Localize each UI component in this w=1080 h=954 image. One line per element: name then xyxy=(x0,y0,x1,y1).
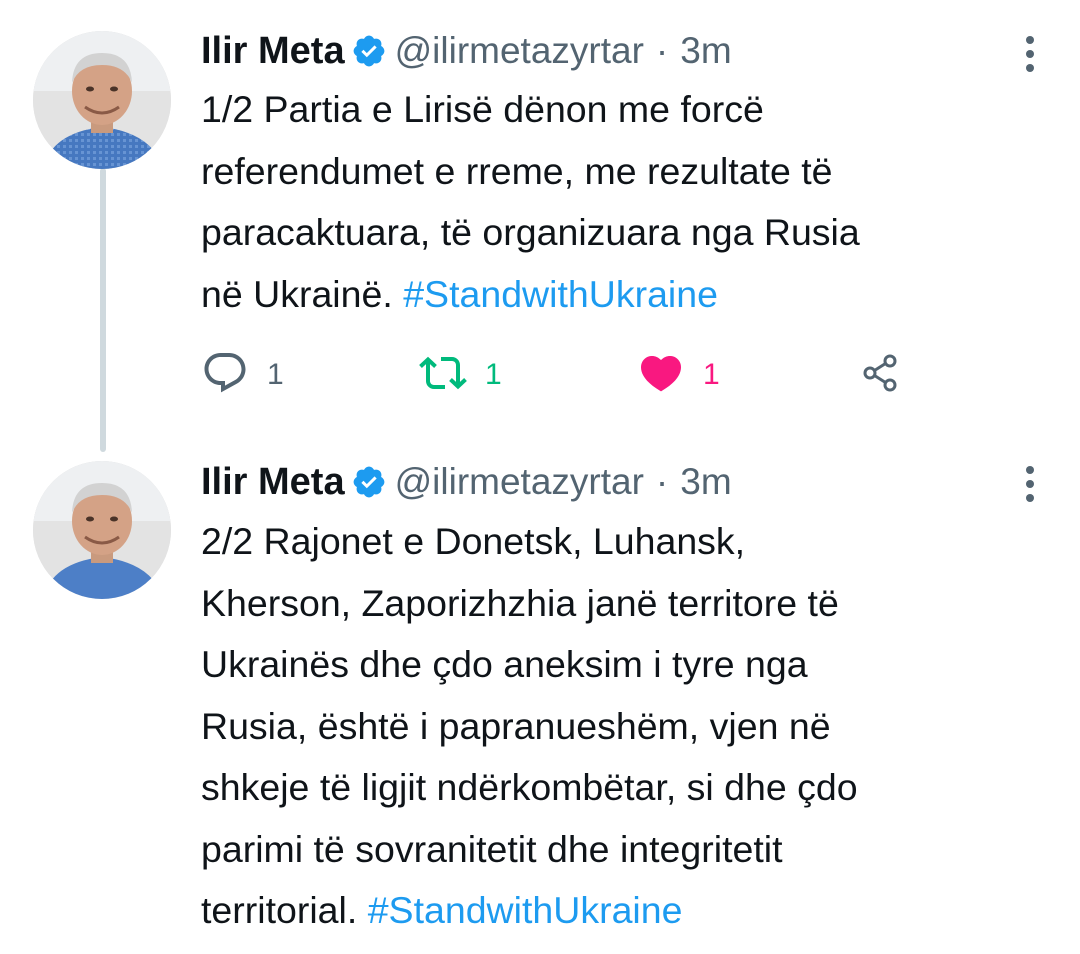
tweet-text-segment: në Ukrainë. xyxy=(201,272,393,315)
tweet-text-line-with-hashtag: në Ukrainë. #StandwithUkraine xyxy=(201,264,1041,326)
separator-dot: · xyxy=(655,461,669,502)
tweet-text-line: 2/2 Rajonet e Donetsk, Luhansk, xyxy=(201,520,746,562)
author-name[interactable]: Ilir Meta xyxy=(201,30,345,73)
retweet-icon xyxy=(419,349,467,402)
avatar[interactable] xyxy=(33,461,171,599)
separator-dot: · xyxy=(655,30,669,71)
tweet-text-line: Ukrainës dhe çdo aneksim i tyre nga xyxy=(201,643,808,685)
heart-icon xyxy=(637,349,685,402)
timestamp[interactable]: 3m xyxy=(680,30,731,72)
like-button[interactable]: 1 xyxy=(637,350,720,400)
tweet-text-segment: territorial. xyxy=(201,889,358,931)
tweet-text-line: Kherson, Zaporizhzhia janë territore të xyxy=(201,581,839,624)
avatar[interactable] xyxy=(33,31,171,169)
verified-badge-icon xyxy=(351,33,387,69)
author-handle[interactable]: @ilirmetazyrtar xyxy=(395,461,644,503)
tweet-text-line: paracaktuara, të organizuara nga Rusia xyxy=(201,211,860,253)
tweet-text-line: Rusia, është i papranueshëm, vjen në xyxy=(201,704,831,747)
retweet-count: 1 xyxy=(485,358,502,391)
reply-bubble-icon xyxy=(201,349,249,402)
tweet-text-line-with-hashtag: territorial. #StandwithUkraine xyxy=(201,880,1041,942)
tweet-actions: 1 1 1 xyxy=(201,350,921,400)
tweet-text: 1/2 Partia e Lirisë dënon me forcë refer… xyxy=(201,79,1041,325)
tweet-text-line: shkeje të ligjit ndërkombëtar, si dhe çd… xyxy=(201,766,858,808)
share-button[interactable] xyxy=(856,350,904,400)
tweet-header: Ilir Meta @ilirmetazyrtar · 3m xyxy=(201,26,732,76)
tweet-header: Ilir Meta @ilirmetazyrtar · 3m xyxy=(201,457,732,507)
verified-badge-icon xyxy=(351,464,387,500)
more-vertical-icon[interactable] xyxy=(1024,466,1036,502)
tweet-text-line: referendumet e rreme, me rezultate të xyxy=(201,149,833,192)
more-vertical-icon[interactable] xyxy=(1024,36,1036,72)
hashtag-link[interactable]: #StandwithUkraine xyxy=(368,889,683,931)
like-count: 1 xyxy=(703,358,720,391)
thread-connector-line xyxy=(100,168,106,452)
tweet-text-line: parimi të sovranitetit dhe integritetit xyxy=(201,827,783,870)
tweet-text: 2/2 Rajonet e Donetsk, Luhansk, Kherson,… xyxy=(201,511,1041,942)
reply-button[interactable]: 1 xyxy=(201,350,284,400)
retweet-button[interactable]: 1 xyxy=(419,350,502,400)
tweet-text-line: 1/2 Partia e Lirisë dënon me forcë xyxy=(201,88,764,130)
share-icon xyxy=(856,349,904,402)
reply-count: 1 xyxy=(267,358,284,391)
hashtag-link[interactable]: #StandwithUkraine xyxy=(403,273,718,315)
author-handle[interactable]: @ilirmetazyrtar xyxy=(395,30,644,72)
author-name[interactable]: Ilir Meta xyxy=(201,461,345,504)
timestamp[interactable]: 3m xyxy=(680,461,731,503)
